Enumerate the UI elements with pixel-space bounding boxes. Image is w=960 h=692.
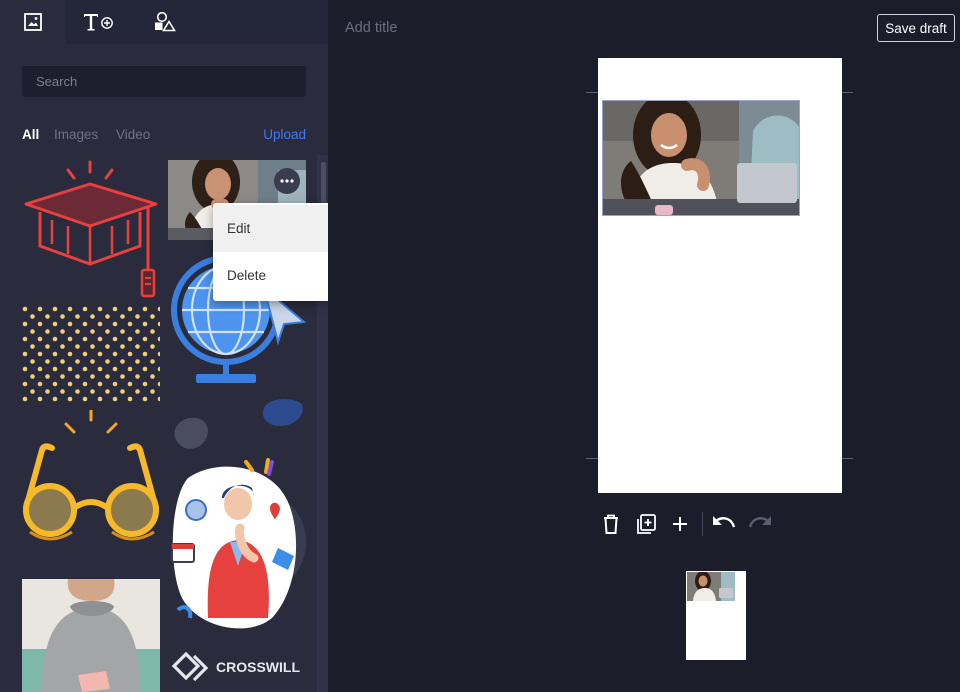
blob-shape (174, 399, 303, 449)
redo-icon (748, 516, 771, 528)
page-thumbnail[interactable] (686, 571, 746, 660)
thinking-man-illustration (171, 458, 306, 629)
canvas-photo-element[interactable] (602, 100, 800, 216)
asset-crosswill-logo[interactable]: CROSSWILL (168, 640, 306, 692)
filter-video[interactable]: Video (116, 127, 150, 142)
title-input[interactable] (345, 17, 645, 39)
assets-panel: All Images Video Upload (0, 0, 328, 692)
thumbnail-photo (687, 572, 735, 601)
search-input[interactable] (22, 66, 306, 97)
asset-glasses[interactable] (22, 408, 160, 550)
filter-all[interactable]: All (22, 127, 39, 142)
asset-more-button[interactable] (274, 168, 300, 194)
upload-link[interactable]: Upload (263, 127, 306, 142)
graduation-cap-icon (24, 160, 158, 298)
asset-thinking-man[interactable] (168, 458, 306, 630)
asset-filters: All Images Video Upload (22, 127, 306, 145)
image-icon (24, 13, 42, 31)
add-page-button[interactable] (667, 511, 693, 537)
menu-item-edit[interactable]: Edit (213, 205, 328, 252)
panel-tab-bar (0, 0, 328, 44)
woman-photo (603, 101, 799, 215)
add-text-icon (84, 14, 113, 31)
ellipsis-icon (280, 179, 294, 183)
dot-pattern (22, 306, 160, 402)
asset-sweater-photo[interactable] (22, 579, 160, 692)
asset-scrollbar-thumb[interactable] (321, 162, 326, 204)
delete-page-button[interactable] (598, 511, 624, 537)
glasses-icon (23, 408, 159, 541)
redo-button[interactable] (747, 511, 773, 537)
asset-dot-pattern[interactable] (22, 306, 160, 402)
tab-text[interactable] (66, 0, 132, 44)
asset-context-menu: Edit Delete (213, 203, 328, 301)
undo-button[interactable] (711, 511, 737, 537)
menu-item-delete[interactable]: Delete (213, 252, 328, 299)
asset-blob-shape[interactable] (168, 396, 306, 452)
tab-images[interactable] (0, 0, 66, 44)
undo-icon (713, 516, 736, 528)
trash-icon (604, 514, 618, 534)
app-root: All Images Video Upload (0, 0, 960, 692)
add-icon (673, 517, 687, 531)
tab-elements[interactable] (132, 0, 198, 44)
toolbar-separator (702, 512, 703, 536)
sweater-woman-photo (22, 579, 160, 692)
crosswill-logo-text: CROSSWILL (216, 659, 300, 675)
duplicate-page-icon (637, 514, 656, 534)
asset-graduation-cap[interactable] (22, 160, 160, 300)
crosswill-logo: CROSSWILL (171, 651, 300, 682)
shapes-icon (155, 11, 176, 32)
duplicate-page-button[interactable] (633, 511, 659, 537)
filter-images[interactable]: Images (54, 127, 98, 142)
save-draft-button[interactable]: Save draft (877, 14, 955, 42)
